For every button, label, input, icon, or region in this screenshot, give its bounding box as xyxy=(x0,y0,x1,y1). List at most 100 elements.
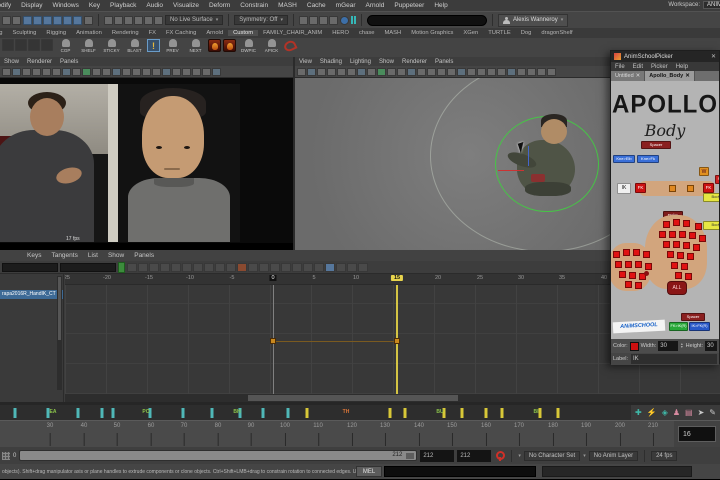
finger-control[interactable] xyxy=(677,252,684,259)
tangent-icon[interactable] xyxy=(281,262,291,272)
finger-control[interactable] xyxy=(619,271,626,278)
shelf-tab[interactable]: dragonShelf xyxy=(536,30,577,36)
frame-number[interactable]: 50 xyxy=(114,423,120,446)
key-tick[interactable] xyxy=(13,408,17,418)
tangent-icon[interactable] xyxy=(215,262,225,272)
panel-menu-item[interactable]: Renderer xyxy=(398,59,431,65)
body-tag-button[interactable]: Body xyxy=(703,193,719,202)
label-field[interactable]: IK xyxy=(631,354,717,364)
graph-hscrollbar[interactable] xyxy=(65,394,720,402)
frame-number[interactable]: 120 xyxy=(347,423,357,446)
time-slider[interactable]: EA PO BH BU BI TH ✚ ⚡ ◈ ♟ ▤ ➤ ✎ xyxy=(0,402,720,420)
grid-icon[interactable] xyxy=(2,451,10,460)
pivot-dot[interactable] xyxy=(644,271,649,276)
viewport-toolbar-icon[interactable] xyxy=(487,67,496,76)
viewport-toolbar-icon[interactable] xyxy=(122,67,131,76)
frame-number[interactable]: 90 xyxy=(248,423,254,446)
viewport-toolbar-icon[interactable] xyxy=(417,67,426,76)
picker-tab-untitled[interactable]: Untitled ✕ xyxy=(611,71,646,81)
graph-editor-menu-item[interactable]: Panels xyxy=(129,252,159,259)
viewport-toolbar-icon[interactable] xyxy=(467,67,476,76)
viewport-toolbar-icon[interactable] xyxy=(347,67,356,76)
character-set-dropdown[interactable]: No Character Set xyxy=(523,450,581,461)
menu-item[interactable]: Help xyxy=(429,2,452,9)
animschool-picker-window[interactable]: AnimSchoolPicker ✕ File Edit Picker Help Un… xyxy=(610,50,720,365)
viewport-toolbar-icon[interactable] xyxy=(497,67,506,76)
menu-item[interactable]: Display xyxy=(16,2,47,9)
fire-shelf-icon[interactable] xyxy=(208,39,221,52)
anim-curve[interactable] xyxy=(270,341,399,342)
ruler-tick[interactable]: 25 xyxy=(477,275,483,281)
snap-icon[interactable] xyxy=(73,15,82,25)
finger-control[interactable] xyxy=(613,251,620,258)
snap-icon[interactable] xyxy=(53,15,62,25)
viewport-toolbar-icon[interactable] xyxy=(32,67,41,76)
keyframe[interactable] xyxy=(270,338,276,344)
graph-filter-field[interactable] xyxy=(2,262,58,272)
viewport-toolbar-icon[interactable] xyxy=(517,67,526,76)
menu-item[interactable]: Deform xyxy=(204,2,235,9)
shelf-button[interactable]: SHELF xyxy=(78,39,99,54)
menu-item[interactable]: Modify xyxy=(0,2,16,9)
ruler-tick[interactable]: -15 xyxy=(145,275,153,281)
frame-number[interactable]: 40 xyxy=(81,423,87,446)
viewport-toolbar-icon[interactable] xyxy=(42,67,51,76)
animation-end-field[interactable]: 212 xyxy=(457,449,492,462)
menu-item[interactable]: Visualize xyxy=(168,2,204,9)
viewport-toolbar-icon[interactable] xyxy=(397,67,406,76)
ruler-tick[interactable]: 30 xyxy=(518,275,524,281)
render-icon[interactable] xyxy=(308,15,318,25)
exclamation-shelf-button[interactable]: ! xyxy=(147,39,160,52)
viewport-toolbar-icon[interactable] xyxy=(367,67,376,76)
pause-icon[interactable] xyxy=(350,16,356,24)
tangent-icon[interactable] xyxy=(303,262,313,272)
menu-item[interactable]: Windows xyxy=(47,2,83,9)
panel-menu-item[interactable]: Show xyxy=(0,59,23,65)
viewport-toolbar-icon[interactable] xyxy=(477,67,486,76)
frame-number[interactable]: 200 xyxy=(615,423,625,446)
scene-canvas[interactable] xyxy=(295,78,612,250)
construction-icon[interactable] xyxy=(154,15,163,25)
key-tick[interactable] xyxy=(100,408,104,418)
picker-menu-item[interactable]: Help xyxy=(672,64,692,70)
render-icon[interactable] xyxy=(328,15,338,25)
scene-character-head[interactable] xyxy=(541,119,567,144)
menu-item[interactable]: MASH xyxy=(273,2,302,9)
elbow-control[interactable] xyxy=(669,185,676,192)
graph-editor-menu-item[interactable]: Show xyxy=(103,252,129,259)
spacer-button[interactable]: Spacer xyxy=(641,141,671,149)
shelf-button[interactable]: CGP xyxy=(55,39,76,54)
tangent-icon[interactable] xyxy=(204,262,214,272)
key-tick[interactable] xyxy=(305,408,309,418)
frame-number[interactable]: 60 xyxy=(148,423,154,446)
ruler-tick[interactable]: -10 xyxy=(186,275,194,281)
ruler-tick[interactable]: 5 xyxy=(312,275,315,281)
normalize-icon[interactable] xyxy=(118,261,125,273)
shelf-tab[interactable]: Arnold xyxy=(201,30,228,36)
bookmark-label[interactable]: BI xyxy=(534,409,539,415)
shelf-button[interactable]: PREV xyxy=(162,39,183,54)
fk-button[interactable]: FK xyxy=(635,183,646,193)
viewport-toolbar-icon[interactable] xyxy=(547,67,556,76)
perspective-viewport[interactable]: View Shading Lighting Show Renderer Panels xyxy=(295,57,612,250)
finger-control[interactable] xyxy=(687,253,694,260)
diamond-icon[interactable]: ◈ xyxy=(662,408,668,417)
ruler-tick[interactable]: -20 xyxy=(103,275,111,281)
shelf-tab[interactable]: Custom xyxy=(228,30,259,36)
viewport-toolbar-icon[interactable] xyxy=(172,67,181,76)
shelf-tab[interactable]: HERO xyxy=(327,30,354,36)
viewport-toolbar-icon[interactable] xyxy=(2,67,11,76)
picker-canvas[interactable]: APOLLO Body Spacer Kne>Elb Kne>Fk W IK F… xyxy=(611,81,719,339)
key-tick[interactable] xyxy=(500,408,504,418)
finger-control[interactable] xyxy=(671,262,678,269)
viewport-toolbar-icon[interactable] xyxy=(337,67,346,76)
close-tab-icon[interactable]: ✕ xyxy=(636,73,641,79)
viewport-toolbar-icon[interactable] xyxy=(182,67,191,76)
tangent-icon[interactable] xyxy=(248,262,258,272)
shelf-tab[interactable]: Modeling xyxy=(0,30,8,36)
menu-item[interactable]: Key xyxy=(84,2,105,9)
ik-button[interactable]: IK xyxy=(617,183,631,194)
finger-control[interactable] xyxy=(663,221,670,228)
key-tick[interactable] xyxy=(210,408,214,418)
select-cursor-icon[interactable]: ➤ xyxy=(698,408,705,417)
